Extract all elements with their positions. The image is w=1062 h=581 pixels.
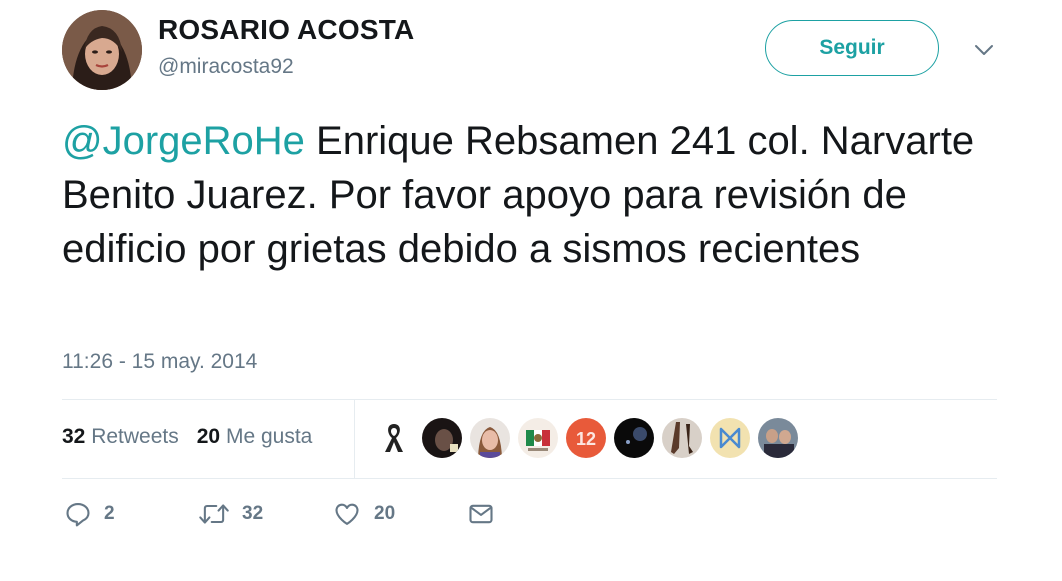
retweets-count: 32 xyxy=(62,425,86,448)
user-name[interactable]: ROSARIO ACOSTA xyxy=(158,14,414,46)
likes-count: 20 xyxy=(196,425,221,448)
reply-button[interactable]: 2 xyxy=(64,500,115,528)
heart-icon xyxy=(332,500,362,528)
likes-label: Me gusta xyxy=(225,425,313,448)
liker-avatar[interactable]: 12 xyxy=(566,418,606,458)
stats-divider xyxy=(354,400,355,478)
follow-button[interactable]: Seguir xyxy=(765,20,939,76)
retweets-label: Retweets xyxy=(91,425,179,448)
liker-avatar[interactable] xyxy=(614,418,654,458)
avatar[interactable] xyxy=(62,10,142,90)
liker-avatars: 12 xyxy=(374,418,798,458)
retweet-count: 32 xyxy=(242,503,264,524)
mention-link[interactable]: @JorgeRoHe xyxy=(62,119,305,163)
retweet-button[interactable]: 32 xyxy=(198,500,263,528)
tweet-text: @JorgeRoHe Enrique Rebsamen 241 col. Nar… xyxy=(62,114,1022,276)
liker-avatar[interactable] xyxy=(374,418,414,458)
liker-avatar[interactable] xyxy=(422,418,462,458)
like-button[interactable]: 20 xyxy=(332,500,395,528)
retweets-stat[interactable]: 32 Retweets xyxy=(62,425,179,449)
user-handle[interactable]: @miracosta92 xyxy=(158,55,294,79)
message-button[interactable] xyxy=(467,500,495,528)
divider-top xyxy=(62,399,997,400)
divider-bottom xyxy=(62,478,997,479)
like-count: 20 xyxy=(374,503,396,524)
reply-icon xyxy=(64,500,92,528)
svg-text:12: 12 xyxy=(576,429,596,449)
liker-avatar[interactable] xyxy=(758,418,798,458)
message-icon xyxy=(467,500,495,528)
liker-avatar[interactable] xyxy=(470,418,510,458)
reply-count: 2 xyxy=(104,503,115,524)
retweet-icon xyxy=(198,500,230,528)
tweet-stats: 32 Retweets 20 Me gusta xyxy=(62,425,312,449)
liker-avatar[interactable] xyxy=(662,418,702,458)
chevron-down-icon[interactable] xyxy=(972,38,996,62)
likes-stat[interactable]: 20 Me gusta xyxy=(197,425,313,449)
liker-avatar[interactable] xyxy=(710,418,750,458)
avatar-photo xyxy=(62,10,142,90)
liker-avatar[interactable] xyxy=(518,418,558,458)
tweet-timestamp[interactable]: 11:26 - 15 may. 2014 xyxy=(62,350,257,374)
